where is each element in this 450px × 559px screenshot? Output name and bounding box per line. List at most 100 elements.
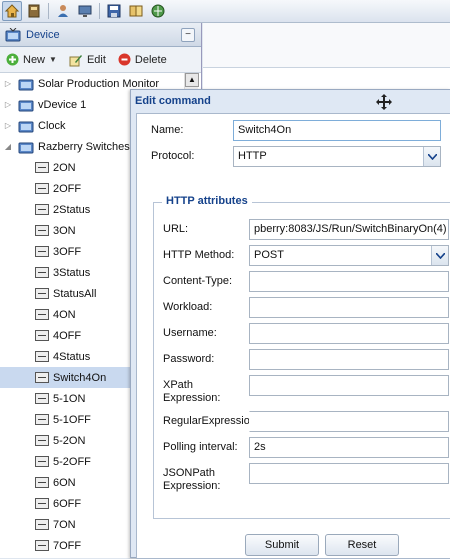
- display-icon[interactable]: [75, 1, 95, 21]
- tree-node-label: 4ON: [53, 308, 76, 321]
- command-icon: [35, 330, 49, 341]
- command-icon: [35, 456, 49, 467]
- jsonpath-expression-input[interactable]: [249, 463, 449, 484]
- workload-label: Workload:: [163, 301, 213, 313]
- polling-interval-label: Polling interval:: [163, 441, 238, 453]
- toolbar-separator: [48, 3, 49, 19]
- expand-arrow-icon[interactable]: ▷: [2, 79, 14, 88]
- expand-arrow-icon[interactable]: ▷: [2, 100, 14, 109]
- delete-label: Delete: [134, 53, 167, 66]
- name-input[interactable]: Switch4On: [233, 120, 441, 141]
- tv-icon: [18, 79, 34, 90]
- tree-node-label: 6OFF: [53, 497, 82, 510]
- edit-label: Edit: [86, 53, 106, 66]
- chevron-down-icon[interactable]: [431, 246, 448, 265]
- xpath-label: XPath: [163, 379, 193, 391]
- command-icon: [35, 288, 49, 299]
- tree-node-label: 2ON: [53, 161, 76, 174]
- tree-node-label: 5-1ON: [53, 392, 86, 405]
- scroll-up-icon[interactable]: ▲: [185, 73, 199, 87]
- command-icon: [35, 351, 49, 362]
- http-method-value: POST: [254, 249, 284, 261]
- content-type-input[interactable]: [249, 271, 449, 292]
- submit-button[interactable]: Submit: [245, 534, 319, 556]
- tv-icon: [18, 142, 34, 153]
- url-input[interactable]: pberry:8083/JS/Run/SwitchBinaryOn(4): [249, 219, 449, 240]
- bookmark-icon[interactable]: [24, 1, 44, 21]
- command-icon: [35, 498, 49, 509]
- command-icon: [35, 540, 49, 551]
- collapse-arrow-icon[interactable]: ◢: [2, 142, 14, 151]
- polling-interval-input[interactable]: 2s: [249, 437, 449, 458]
- xpath-expression-input[interactable]: [249, 375, 449, 396]
- toolbar-separator: [99, 3, 100, 19]
- command-icon: [35, 246, 49, 257]
- tree-node-label: 3OFF: [53, 245, 82, 258]
- chevron-down-icon[interactable]: [423, 147, 440, 166]
- tv-icon: [18, 100, 34, 111]
- tree-node-label: Razberry Switches: [38, 140, 130, 153]
- command-icon: [35, 183, 49, 194]
- http-method-label: HTTP Method:: [163, 249, 235, 261]
- http-method-select[interactable]: POST: [249, 245, 449, 266]
- globe-icon[interactable]: [148, 1, 168, 21]
- command-icon: [35, 393, 49, 404]
- url-label: URL:: [163, 223, 189, 235]
- username-input[interactable]: [249, 323, 449, 344]
- edit-command-dialog: Edit command Name: Switch4On Protocol: H…: [130, 89, 450, 559]
- edit-button[interactable]: Edit: [69, 53, 106, 67]
- tree-node-label: 7OFF: [53, 539, 82, 552]
- name-label: Name:: [151, 124, 184, 136]
- main-header: [203, 23, 450, 68]
- tree-node-label: 3ON: [53, 224, 76, 237]
- tree-node-label: 5-2OFF: [53, 455, 91, 468]
- tree-node-label: vDevice 1: [38, 98, 87, 111]
- protocol-value: HTTP: [238, 150, 267, 162]
- tree-node-label: 3Status: [53, 266, 91, 279]
- tree-node-label: 2OFF: [53, 182, 82, 195]
- regular-expression-label: RegularExpression:: [163, 415, 259, 427]
- protocol-label: Protocol:: [151, 150, 195, 162]
- protocol-select[interactable]: HTTP: [233, 146, 441, 167]
- tree-node-label: Clock: [38, 119, 66, 132]
- command-icon: [35, 225, 49, 236]
- user-icon[interactable]: [53, 1, 73, 21]
- reset-button[interactable]: Reset: [325, 534, 399, 556]
- password-input[interactable]: [249, 349, 449, 370]
- tree-node-label: StatusAll: [53, 287, 97, 300]
- jsonpath-label: JSONPath: [163, 467, 215, 479]
- workload-input[interactable]: [249, 297, 449, 318]
- new-button[interactable]: New ▼: [6, 53, 57, 66]
- command-icon: [35, 435, 49, 446]
- tv-icon: [18, 121, 34, 132]
- device-panel-header: Device −: [0, 23, 201, 47]
- command-icon: [35, 204, 49, 215]
- password-label: Password:: [163, 353, 215, 365]
- collapse-button[interactable]: −: [181, 27, 195, 42]
- command-icon: [35, 477, 49, 488]
- book-icon[interactable]: [126, 1, 146, 21]
- tree-node-label: 4OFF: [53, 329, 82, 342]
- username-label: Username:: [163, 327, 217, 339]
- command-icon: [35, 309, 49, 320]
- save-icon[interactable]: [104, 1, 124, 21]
- tree-node-label: 2Status: [53, 203, 91, 216]
- command-icon: [35, 267, 49, 278]
- tree-node-label: 4Status: [53, 350, 91, 363]
- home-icon[interactable]: [2, 1, 22, 21]
- http-attributes-fieldset: HTTP attributes URL: pberry:8083/JS/Run/…: [153, 195, 450, 519]
- tree-node-label: 5-1OFF: [53, 413, 91, 426]
- regular-expression-input[interactable]: [249, 411, 449, 432]
- move-icon[interactable]: [375, 93, 393, 111]
- tree-node-label: 7ON: [53, 518, 76, 531]
- jsonpath-label-line2: Expression:: [163, 480, 221, 492]
- xpath-label-line2: Expression:: [163, 392, 221, 404]
- tv-icon: [5, 27, 21, 41]
- tree-node-label: 6ON: [53, 476, 76, 489]
- delete-button[interactable]: Delete: [118, 53, 167, 66]
- panel-title: Device: [26, 28, 60, 41]
- command-icon: [35, 519, 49, 530]
- expand-arrow-icon[interactable]: ▷: [2, 121, 14, 130]
- delete-icon: [118, 53, 131, 66]
- http-attributes-legend: HTTP attributes: [162, 195, 252, 207]
